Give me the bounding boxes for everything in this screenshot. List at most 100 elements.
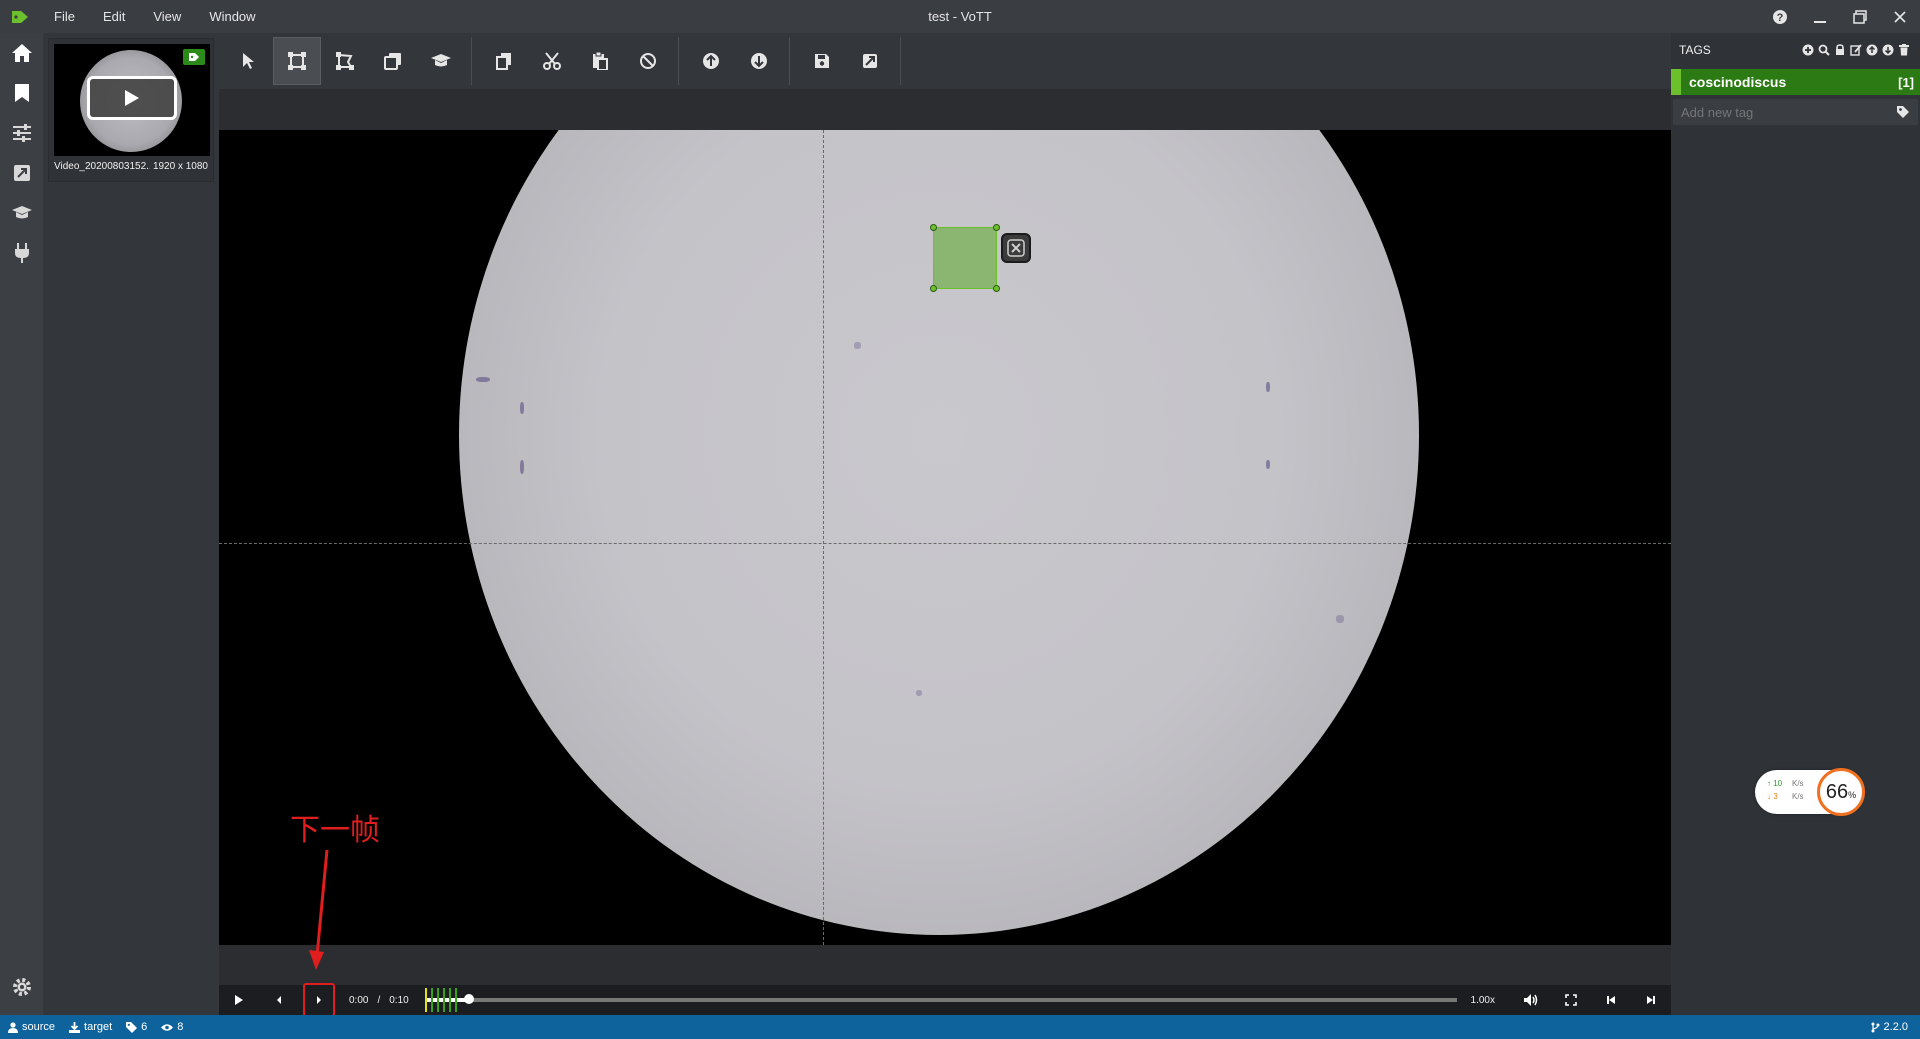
- volume-button[interactable]: [1511, 985, 1551, 1015]
- minimize-button[interactable]: [1800, 0, 1840, 33]
- menu-edit[interactable]: Edit: [89, 0, 139, 33]
- copy-regions-button[interactable]: [480, 37, 528, 85]
- nav-tag-editor[interactable]: [0, 73, 43, 113]
- select-tool-button[interactable]: [225, 37, 273, 85]
- video-play-overlay-icon: [87, 76, 177, 120]
- plus-circle-icon: [1802, 44, 1814, 56]
- previous-tagged-frame-button[interactable]: [1591, 985, 1631, 1015]
- arrow-circle-up-icon: [703, 53, 719, 69]
- help-button[interactable]: ?: [1760, 0, 1800, 33]
- edit-tag-button[interactable]: [1848, 42, 1864, 58]
- network-speed-widget[interactable]: ↑ 10 K/s ↓ 3 K/s 66%: [1755, 768, 1865, 816]
- lock-tags-button[interactable]: [1832, 42, 1848, 58]
- save-project-button[interactable]: [798, 37, 846, 85]
- trash-icon: [1899, 44, 1909, 56]
- tag-hotkey-count: [1]: [1898, 74, 1914, 90]
- tagged-badge-icon: [183, 49, 205, 65]
- add-tag-input[interactable]: [1681, 104, 1896, 120]
- keyframe-marker[interactable]: [430, 988, 433, 1012]
- export-icon: [13, 165, 30, 181]
- previous-frame-button[interactable]: [259, 985, 299, 1015]
- playback-rate[interactable]: 1.00x: [1471, 995, 1495, 1006]
- next-asset-button[interactable]: [735, 37, 783, 85]
- nav-export[interactable]: [0, 153, 43, 193]
- maximize-button[interactable]: [1840, 0, 1880, 33]
- asset-name: Video_20200803152...: [54, 161, 150, 172]
- region-handle[interactable]: [930, 224, 937, 231]
- minimize-icon: [1814, 20, 1826, 23]
- cut-regions-button[interactable]: [528, 37, 576, 85]
- nav-app-settings[interactable]: [0, 967, 43, 1007]
- region-handle[interactable]: [930, 285, 937, 292]
- nav-home[interactable]: [0, 33, 43, 73]
- menu-view[interactable]: View: [139, 0, 195, 33]
- add-tag-button[interactable]: [1800, 42, 1816, 58]
- save-icon: [815, 54, 829, 68]
- edit-icon: [1850, 44, 1862, 56]
- speck: [520, 402, 524, 414]
- nav-active-learning[interactable]: [0, 193, 43, 233]
- speck: [916, 690, 922, 696]
- region-delete-button[interactable]: [1001, 233, 1031, 263]
- draw-rectangle-button[interactable]: [273, 37, 321, 85]
- volume-icon: [1524, 994, 1538, 1006]
- title-bar: File Edit View Window test - VoTT ?: [0, 0, 1920, 33]
- move-tag-down-button[interactable]: [1880, 42, 1896, 58]
- region-handle[interactable]: [993, 224, 1000, 231]
- keyframe-marker[interactable]: [436, 988, 439, 1012]
- add-tag-row: [1673, 99, 1918, 125]
- canvas[interactable]: [219, 130, 1671, 945]
- delete-tag-button[interactable]: [1896, 42, 1912, 58]
- status-version: 2.2.0: [1871, 1015, 1908, 1039]
- draw-polygon-button[interactable]: [321, 37, 369, 85]
- seek-bar[interactable]: [424, 988, 1457, 1012]
- keyframe-marker[interactable]: [442, 988, 445, 1012]
- seek-bar-knob[interactable]: [464, 994, 475, 1004]
- remove-all-regions-button[interactable]: [624, 37, 672, 85]
- bookmark-icon: [14, 84, 29, 102]
- search-tags-button[interactable]: [1816, 42, 1832, 58]
- asset-card[interactable]: Video_20200803152... 1920 x 1080: [48, 38, 214, 182]
- copy-rectangle-button[interactable]: [369, 37, 417, 85]
- graduation-cap-icon: [431, 54, 451, 67]
- move-tag-up-button[interactable]: [1864, 42, 1880, 58]
- active-learning-button[interactable]: [417, 37, 465, 85]
- paste-icon: [593, 52, 608, 70]
- previous-asset-button[interactable]: [687, 37, 735, 85]
- tagged-region[interactable]: [930, 224, 1000, 292]
- export-project-button[interactable]: [846, 37, 894, 85]
- editor-subbar: [219, 89, 1671, 130]
- fullscreen-button[interactable]: [1551, 985, 1591, 1015]
- nav-settings-sliders[interactable]: [0, 113, 43, 153]
- next-tagged-frame-button[interactable]: [1631, 985, 1671, 1015]
- toolbar-group-navigate: [687, 37, 790, 85]
- paste-regions-button[interactable]: [576, 37, 624, 85]
- left-nav: [0, 33, 43, 1015]
- crosshair-vertical: [823, 130, 824, 945]
- fullscreen-icon: [1565, 994, 1577, 1006]
- tag-item-coscinodiscus[interactable]: coscinodiscus [1]: [1671, 69, 1920, 95]
- time-separator: /: [377, 994, 381, 1006]
- close-button[interactable]: [1880, 0, 1920, 33]
- nav-connections[interactable]: [0, 233, 43, 273]
- graduation-cap-icon: [11, 206, 32, 219]
- copy-icon: [496, 53, 511, 70]
- search-icon: [1818, 44, 1830, 56]
- keyframe-marker[interactable]: [448, 988, 451, 1012]
- region-handle[interactable]: [993, 285, 1000, 292]
- annotation-arrow-icon: [309, 849, 329, 970]
- user-icon: [8, 1021, 18, 1033]
- export-icon: [863, 54, 877, 68]
- close-icon: [1894, 10, 1906, 23]
- play-button[interactable]: [219, 985, 259, 1015]
- menu-window[interactable]: Window: [195, 0, 269, 33]
- caret-right-icon: [317, 996, 321, 1004]
- status-target[interactable]: target: [69, 1021, 112, 1033]
- next-frame-button[interactable]: [303, 983, 335, 1017]
- status-source[interactable]: source: [8, 1021, 55, 1033]
- keyframe-marker[interactable]: [454, 988, 457, 1012]
- menu-file[interactable]: File: [40, 0, 89, 33]
- status-target-label: target: [84, 1021, 113, 1033]
- speck: [1266, 460, 1270, 469]
- step-backward-icon: [1607, 996, 1615, 1004]
